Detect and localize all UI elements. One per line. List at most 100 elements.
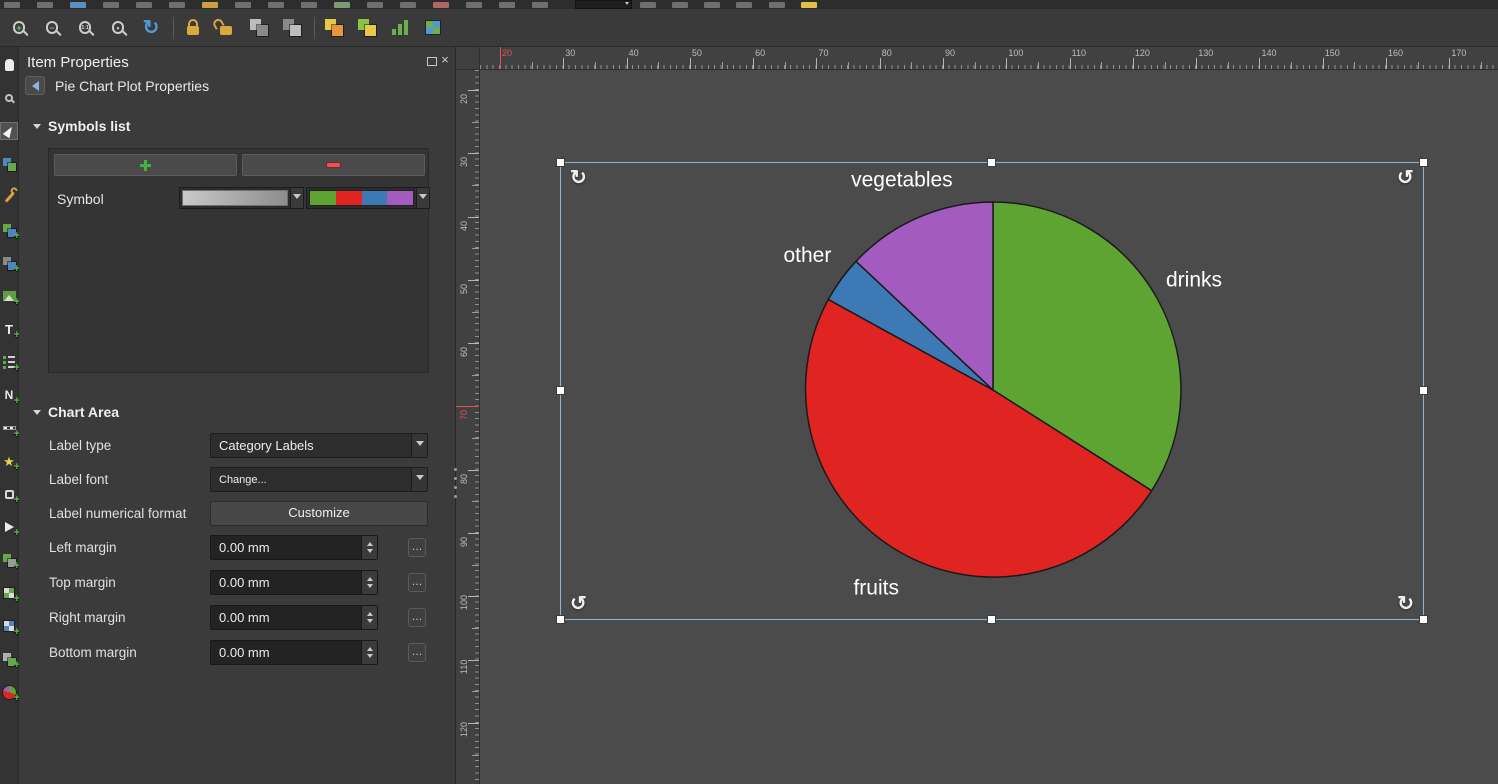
add-north-arrow-icon[interactable]: N+	[1, 387, 17, 403]
add-picture-icon[interactable]: +	[1, 288, 17, 304]
truncated-icon[interactable]	[70, 2, 86, 8]
data-defined-override-button[interactable]: …	[408, 643, 426, 662]
truncated-icon[interactable]	[202, 2, 218, 8]
customize-button[interactable]: Customize	[210, 501, 428, 526]
truncated-icon[interactable]	[268, 2, 284, 8]
label-type-dropdown[interactable]: Category Labels	[210, 433, 428, 458]
truncated-icon[interactable]	[103, 2, 119, 8]
edit-nodes-tool-icon[interactable]	[1, 189, 17, 205]
truncated-icon[interactable]	[499, 2, 515, 8]
color-ramp-dropdown[interactable]	[306, 187, 430, 209]
truncated-icon[interactable]	[801, 2, 817, 8]
add-symbol-button[interactable]	[54, 154, 237, 176]
label-font-dropdown[interactable]: Change...	[210, 467, 428, 492]
refresh-icon[interactable]: ↻	[138, 15, 164, 41]
ruler-number: 150	[1325, 48, 1340, 58]
add-map-icon[interactable]: +	[1, 222, 17, 238]
add-marker-icon[interactable]: ★+	[1, 453, 17, 469]
truncated-icon[interactable]	[433, 2, 449, 8]
back-button[interactable]	[25, 76, 45, 95]
lower-items-icon[interactable]	[354, 15, 380, 41]
lock-items-icon[interactable]	[180, 15, 206, 41]
truncated-icon[interactable]	[301, 2, 317, 8]
truncated-icon[interactable]	[769, 2, 785, 8]
truncated-icon[interactable]	[400, 2, 416, 8]
unlock-all-items-icon[interactable]	[213, 15, 239, 41]
truncated-icon[interactable]	[37, 2, 53, 8]
selection-frame[interactable]: ↻ ↻ ↻ ↻	[560, 162, 1424, 620]
truncated-icon[interactable]	[640, 2, 656, 8]
truncated-icon[interactable]	[169, 2, 185, 8]
truncated-icon[interactable]	[736, 2, 752, 8]
spin-buttons[interactable]	[361, 571, 377, 594]
close-panel-icon[interactable]: ×	[439, 53, 451, 66]
move-item-content-tool-icon[interactable]	[1, 156, 17, 172]
group-items-icon[interactable]	[246, 15, 272, 41]
toolbar-dropdown-truncated[interactable]	[575, 0, 632, 9]
add-html-icon[interactable]: +	[1, 651, 17, 667]
zoom-actual-icon[interactable]: 1:1	[72, 15, 98, 41]
add-node-item-icon[interactable]: +	[1, 552, 17, 568]
truncated-icon[interactable]	[4, 2, 20, 8]
data-defined-override-button[interactable]: …	[408, 573, 426, 592]
truncated-icon[interactable]	[334, 2, 350, 8]
select-move-item-tool-icon[interactable]	[1, 123, 17, 139]
rotate-handle-icon[interactable]: ↻	[570, 168, 587, 188]
add-shape-icon[interactable]: +	[1, 486, 17, 502]
pan-tool-icon[interactable]	[1, 57, 17, 73]
add-legend-icon[interactable]: +	[1, 354, 17, 370]
resize-handle[interactable]	[987, 158, 996, 167]
truncated-icon[interactable]	[672, 2, 688, 8]
symbol-style-dropdown[interactable]	[179, 187, 304, 209]
truncated-icon[interactable]	[367, 2, 383, 8]
rotate-handle-icon[interactable]: ↻	[1397, 594, 1414, 614]
add-scalebar-icon[interactable]: +	[1, 420, 17, 436]
resize-handle[interactable]	[1419, 615, 1428, 624]
dropdown-arrow-icon[interactable]	[416, 188, 429, 208]
truncated-icon[interactable]	[235, 2, 251, 8]
spin-buttons[interactable]	[361, 641, 377, 664]
zoom-tool-icon[interactable]	[1, 90, 17, 106]
resize-handle[interactable]	[556, 158, 565, 167]
dropdown-arrow-icon[interactable]	[290, 188, 303, 208]
add-label-icon[interactable]: T+	[1, 321, 17, 337]
rotate-handle-icon[interactable]: ↻	[1397, 168, 1414, 188]
data-defined-override-button[interactable]: …	[408, 608, 426, 627]
align-items-icon[interactable]	[387, 15, 413, 41]
add-arrow-icon[interactable]: +	[1, 519, 17, 535]
truncated-icon[interactable]	[532, 2, 548, 8]
top-margin-spinbox[interactable]: 0.00 mm	[210, 570, 378, 595]
resize-handle[interactable]	[556, 615, 565, 624]
label-type-row: Label type Category Labels	[19, 433, 456, 458]
zoom-out-icon[interactable]: −	[39, 15, 65, 41]
spin-buttons[interactable]	[361, 536, 377, 559]
bottom-margin-spinbox[interactable]: 0.00 mm	[210, 640, 378, 665]
chart-area-section-header[interactable]: Chart Area	[33, 404, 119, 420]
truncated-icon[interactable]	[466, 2, 482, 8]
add-fixed-table-icon[interactable]: +	[1, 618, 17, 634]
resize-handle[interactable]	[556, 386, 565, 395]
zoom-full-icon[interactable]: ▪	[105, 15, 131, 41]
float-panel-icon[interactable]	[427, 57, 437, 66]
left-margin-spinbox[interactable]: 0.00 mm	[210, 535, 378, 560]
add-chart-icon[interactable]: +	[1, 684, 17, 700]
right-margin-spinbox[interactable]: 0.00 mm	[210, 605, 378, 630]
spin-buttons[interactable]	[361, 606, 377, 629]
ungroup-items-icon[interactable]	[279, 15, 305, 41]
resize-handle[interactable]	[1419, 386, 1428, 395]
raise-items-icon[interactable]	[321, 15, 347, 41]
panel-splitter[interactable]	[452, 468, 458, 508]
truncated-icon[interactable]	[704, 2, 720, 8]
zoom-in-icon[interactable]: +	[6, 15, 32, 41]
rotate-handle-icon[interactable]: ↻	[570, 594, 587, 614]
resize-handle[interactable]	[987, 615, 996, 624]
truncated-icon[interactable]	[136, 2, 152, 8]
resize-handle[interactable]	[1419, 158, 1428, 167]
distribute-items-icon[interactable]	[420, 15, 446, 41]
layout-canvas[interactable]: drinksfruitsothervegetables ↻ ↻ ↻ ↻	[480, 70, 1498, 784]
data-defined-override-button[interactable]: …	[408, 538, 426, 557]
add-3d-map-icon[interactable]: +	[1, 255, 17, 271]
symbols-list-section-header[interactable]: Symbols list	[33, 118, 130, 134]
add-attribute-table-icon[interactable]: +	[1, 585, 17, 601]
remove-symbol-button[interactable]	[242, 154, 425, 176]
